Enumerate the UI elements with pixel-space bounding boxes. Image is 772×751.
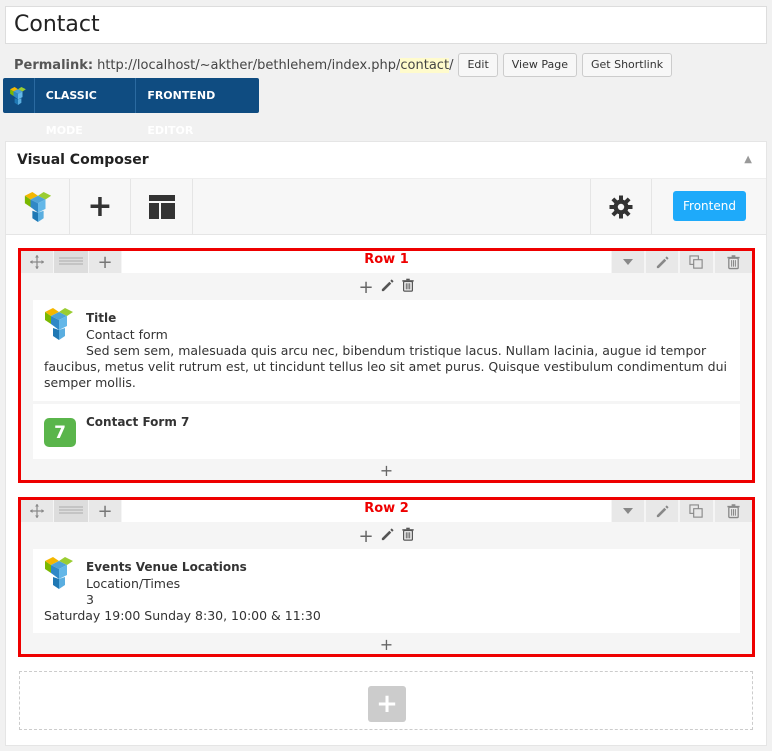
row-2: + Row 2 + Events Venue Locations Locatio… — [18, 497, 755, 657]
element-text: Sed sem sem, malesuada quis arcu nec, bi… — [44, 343, 728, 390]
post-title-input[interactable]: Contact — [5, 6, 767, 44]
column-add-button[interactable]: + — [358, 277, 373, 298]
composer-toolbar: + Frontend — [6, 179, 766, 235]
column-add-button[interactable]: + — [358, 526, 373, 547]
column-delete-button[interactable] — [401, 277, 415, 297]
events-venue-element[interactable]: Events Venue Locations Location/Times 3 … — [33, 549, 740, 633]
contact-form-7-element[interactable]: 7 Contact Form 7 — [33, 404, 740, 459]
classic-mode-button[interactable]: CLASSIC MODE — [35, 78, 137, 137]
trash-icon — [726, 503, 741, 519]
column-edit-button[interactable] — [380, 278, 395, 297]
row-header-bar — [122, 251, 611, 273]
column-delete-button[interactable] — [401, 526, 415, 546]
row-collapse-button[interactable] — [612, 500, 644, 522]
plus-icon: + — [379, 635, 394, 654]
row-edit-button[interactable] — [646, 251, 678, 273]
row-1: + Row 1 + Title Contact form Sed sem sem… — [18, 248, 755, 483]
templates-button[interactable] — [131, 179, 193, 235]
clone-icon — [689, 254, 703, 269]
vc-element-icon — [45, 308, 73, 340]
row-delete-button[interactable] — [715, 500, 752, 522]
permalink-label: Permalink: — [14, 57, 94, 73]
row-add-element-button[interactable]: + — [21, 461, 752, 480]
move-icon — [30, 504, 44, 518]
trash-icon — [726, 254, 741, 270]
vc-element-icon — [45, 557, 73, 589]
element-title: Events Venue Locations — [86, 560, 247, 574]
contact-form-7-icon: 7 — [44, 418, 76, 447]
column-layout-icon — [59, 257, 83, 265]
settings-button[interactable] — [590, 179, 652, 235]
column-controls: + — [21, 276, 752, 298]
element-count: 3 — [86, 592, 94, 607]
view-page-button[interactable]: View Page — [502, 53, 577, 77]
vc-logo-button[interactable] — [6, 179, 70, 235]
pencil-icon — [381, 527, 394, 540]
row-add-column-button[interactable]: + — [89, 500, 121, 522]
element-subtitle: Contact form — [86, 327, 168, 342]
row-layout-button[interactable] — [54, 500, 88, 522]
row-delete-button[interactable] — [715, 251, 752, 273]
composer-mode-bar: CLASSIC MODE FRONTEND EDITOR — [3, 78, 259, 137]
visual-composer-panel: Visual Composer ▲ + Frontend + Row 1 + T… — [5, 141, 767, 746]
element-title: Contact Form 7 — [86, 415, 190, 429]
permalink-trail: / — [449, 57, 454, 73]
plus-icon: + — [358, 276, 374, 298]
row-clone-button[interactable] — [680, 500, 713, 522]
column-layout-icon — [59, 506, 83, 514]
frontend-editor-button[interactable]: FRONTEND EDITOR — [136, 78, 259, 137]
panel-title: Visual Composer — [17, 152, 149, 168]
row-collapse-button[interactable] — [612, 251, 644, 273]
column-edit-button[interactable] — [380, 527, 395, 546]
plus-icon: + — [97, 251, 113, 273]
add-element-button[interactable]: + — [70, 179, 131, 235]
get-shortlink-button[interactable]: Get Shortlink — [582, 53, 673, 77]
row-clone-button[interactable] — [680, 251, 713, 273]
element-text: Saturday 19:00 Sunday 8:30, 10:00 & 11:3… — [44, 608, 321, 623]
column-controls: + — [21, 525, 752, 547]
row-move-handle[interactable] — [21, 251, 53, 273]
clone-icon — [689, 503, 703, 518]
element-title: Title — [86, 311, 117, 325]
pencil-icon — [381, 278, 394, 291]
panel-toggle-icon[interactable]: ▲ — [744, 154, 752, 165]
title-element[interactable]: Title Contact form Sed sem sem, malesuad… — [33, 300, 740, 401]
row-edit-button[interactable] — [646, 500, 678, 522]
pencil-icon — [656, 504, 669, 517]
permalink-base[interactable]: http://localhost/~akther/bethlehem/index… — [97, 58, 400, 73]
trash-icon — [401, 278, 414, 292]
plus-icon: + — [97, 500, 113, 522]
permalink-bar: Permalink: http://localhost/~akther/beth… — [14, 53, 673, 77]
vc-logo-icon — [24, 192, 51, 222]
row-add-column-button[interactable]: + — [89, 251, 121, 273]
row-layout-button[interactable] — [54, 251, 88, 273]
plus-icon: + — [376, 689, 398, 719]
element-subtitle: Location/Times — [86, 576, 181, 591]
vc-logo-icon — [3, 78, 35, 113]
add-row-area: + — [19, 671, 753, 730]
gear-icon — [609, 195, 633, 219]
row-controls: + Row 1 — [21, 251, 752, 275]
plus-icon: + — [358, 525, 374, 547]
move-icon — [30, 255, 44, 269]
chevron-down-icon — [623, 508, 633, 514]
panel-header[interactable]: Visual Composer ▲ — [6, 142, 766, 179]
plus-icon: + — [379, 461, 394, 480]
pencil-icon — [656, 255, 669, 268]
plus-icon: + — [87, 189, 113, 224]
trash-icon — [401, 527, 414, 541]
permalink-slug[interactable]: contact — [400, 57, 450, 73]
frontend-button[interactable]: Frontend — [673, 191, 746, 221]
add-row-button[interactable]: + — [368, 686, 406, 722]
layout-icon — [148, 195, 175, 219]
row-add-element-button[interactable]: + — [21, 635, 752, 654]
row-move-handle[interactable] — [21, 500, 53, 522]
row-header-bar — [122, 500, 611, 522]
row-controls: + Row 2 — [21, 500, 752, 524]
chevron-down-icon — [623, 259, 633, 265]
edit-permalink-button[interactable]: Edit — [458, 53, 498, 77]
